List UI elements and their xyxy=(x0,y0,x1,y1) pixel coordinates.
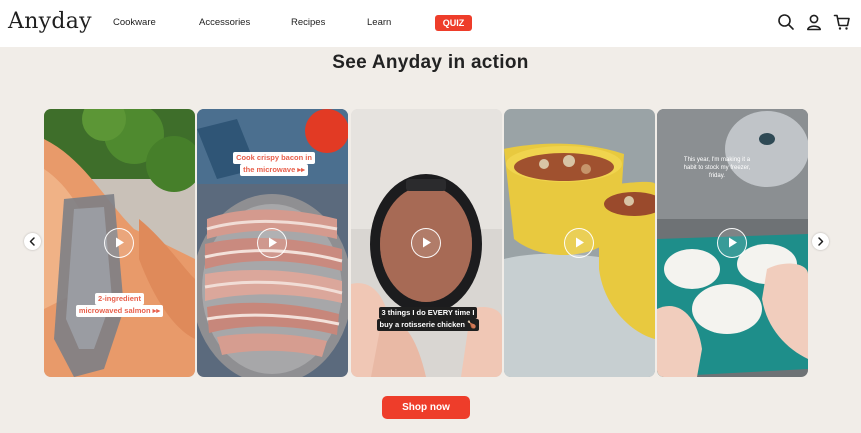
video-card-freezer[interactable]: This year, I'm making it a habit to stoc… xyxy=(657,109,808,377)
cart-icon[interactable] xyxy=(833,13,851,31)
video-card-rotisserie[interactable]: 3 things I do EVERY time I buy a rotisse… xyxy=(351,109,502,377)
play-icon[interactable] xyxy=(564,228,594,258)
nav-learn[interactable]: Learn xyxy=(367,17,391,28)
play-icon[interactable] xyxy=(257,228,287,258)
video-caption: 3 things I do EVERY time I buy a rotisse… xyxy=(373,307,483,331)
account-icon[interactable] xyxy=(805,13,823,31)
video-card-bowls[interactable] xyxy=(504,109,655,377)
shop-now-button[interactable]: Shop now xyxy=(382,396,470,419)
brand-logo[interactable]: Anyday xyxy=(8,9,92,34)
video-caption: 2-ingredient microwaved salmon ▸▸ xyxy=(67,293,172,317)
search-icon[interactable] xyxy=(777,13,795,31)
site-header: Anyday Cookware Accessories Recipes Lear… xyxy=(0,0,861,47)
video-caption: This year, I'm making it a habit to stoc… xyxy=(683,157,751,179)
play-icon[interactable] xyxy=(717,228,747,258)
quiz-button[interactable]: QUIZ xyxy=(435,15,472,31)
video-card-salmon[interactable]: 2-ingredient microwaved salmon ▸▸ xyxy=(44,109,195,377)
video-caption: Cook crispy bacon in the microwave ▸▸ xyxy=(219,152,329,176)
nav-recipes[interactable]: Recipes xyxy=(291,17,325,28)
chevron-right-icon[interactable] xyxy=(812,233,829,250)
nav-cookware[interactable]: Cookware xyxy=(113,17,156,28)
nav-accessories[interactable]: Accessories xyxy=(199,17,250,28)
section-title: See Anyday in action xyxy=(332,52,529,73)
video-card-bacon[interactable]: Cook crispy bacon in the microwave ▸▸ xyxy=(197,109,348,377)
play-icon[interactable] xyxy=(104,228,134,258)
chevron-left-icon[interactable] xyxy=(24,233,41,250)
play-icon[interactable] xyxy=(411,228,441,258)
